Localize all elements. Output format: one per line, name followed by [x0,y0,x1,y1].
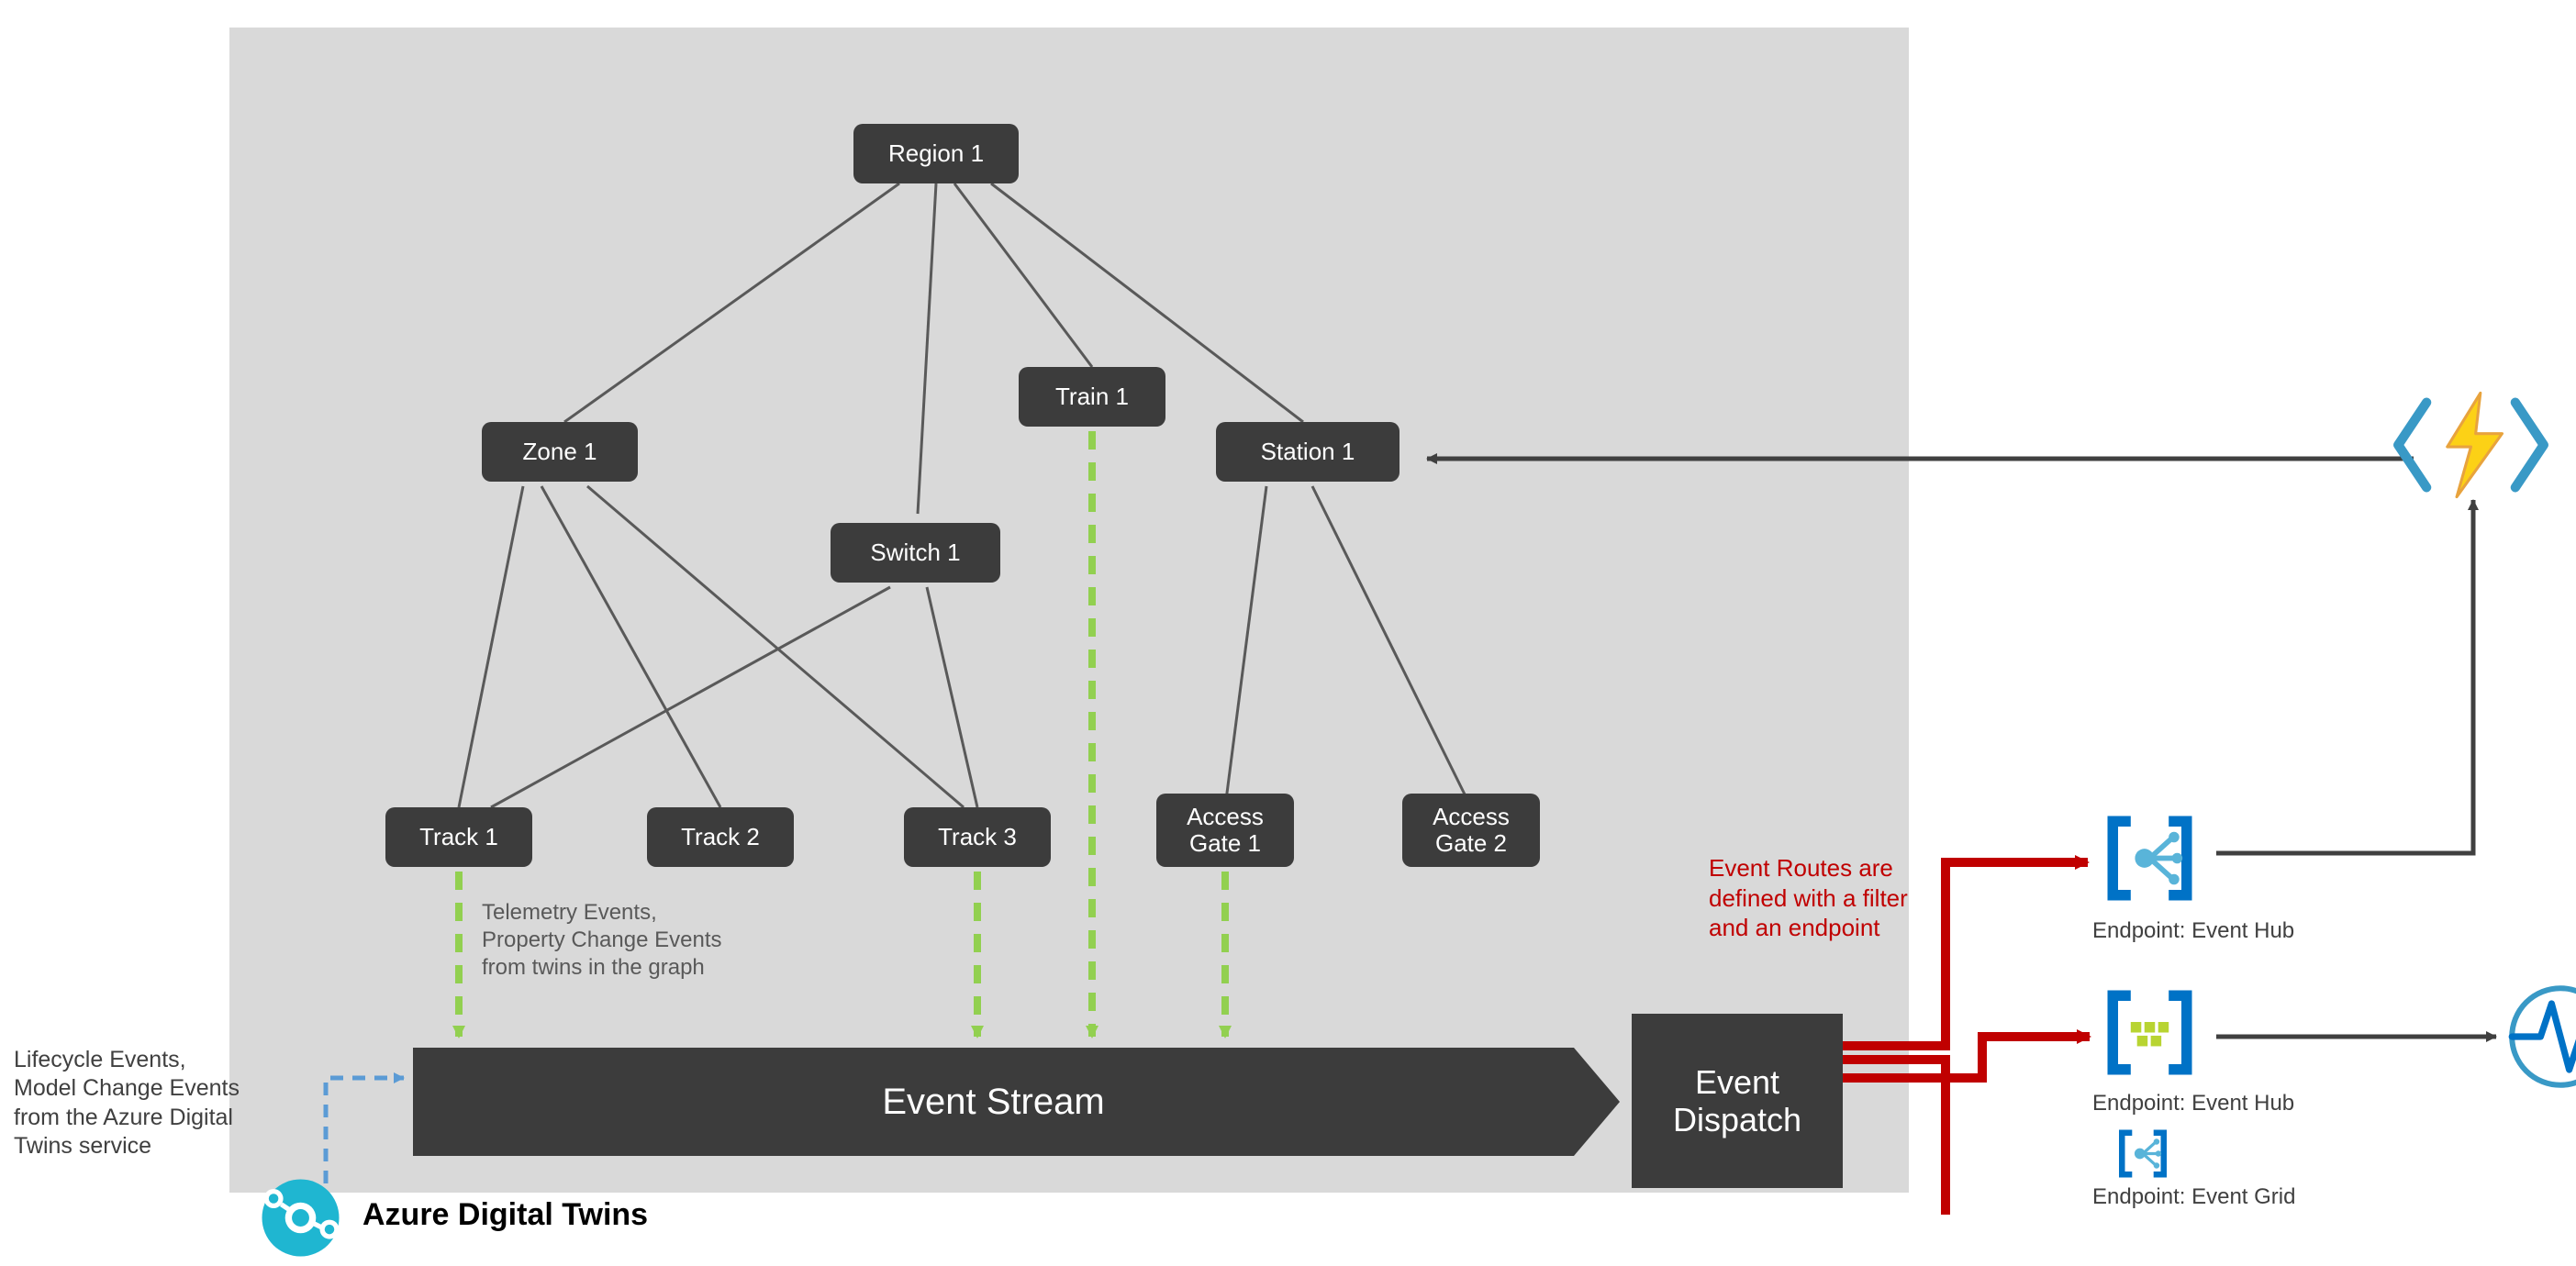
event-dispatch-box: Event Dispatch [1632,1014,1843,1188]
pulse-icon [2505,982,2576,1092]
node-region-1: Region 1 [853,124,1019,183]
node-station-1: Station 1 [1216,422,1400,482]
node-zone-1: Zone 1 [482,422,638,482]
node-access-gate-2: Access Gate 2 [1402,794,1540,867]
event-grid-icon [2097,1124,2189,1183]
node-switch-1: Switch 1 [831,523,1000,583]
event-hub-queue-icon [2097,980,2202,1085]
event-hub-icon [2097,805,2202,911]
label-endpoint-event-hub-1: Endpoint: Event Hub [2092,917,2294,945]
node-train-1: Train 1 [1019,367,1165,427]
label-event-routes: Event Routes are defined with a filter a… [1709,853,1908,943]
azure-digital-twins-icon [252,1170,349,1266]
label-endpoint-event-hub-2: Endpoint: Event Hub [2092,1090,2294,1117]
label-azure-digital-twins: Azure Digital Twins [362,1197,648,1233]
node-track-2: Track 2 [647,807,794,867]
event-stream-bar: Event Stream [413,1048,1574,1156]
node-access-gate-1: Access Gate 1 [1156,794,1294,867]
label-telemetry: Telemetry Events, Property Change Events… [482,899,721,982]
node-track-1: Track 1 [385,807,532,867]
node-track-3: Track 3 [904,807,1051,867]
label-endpoint-event-grid: Endpoint: Event Grid [2092,1183,2295,1211]
label-lifecycle: Lifecycle Events, Model Change Events fr… [14,1046,240,1160]
azure-functions-icon [2391,385,2551,505]
